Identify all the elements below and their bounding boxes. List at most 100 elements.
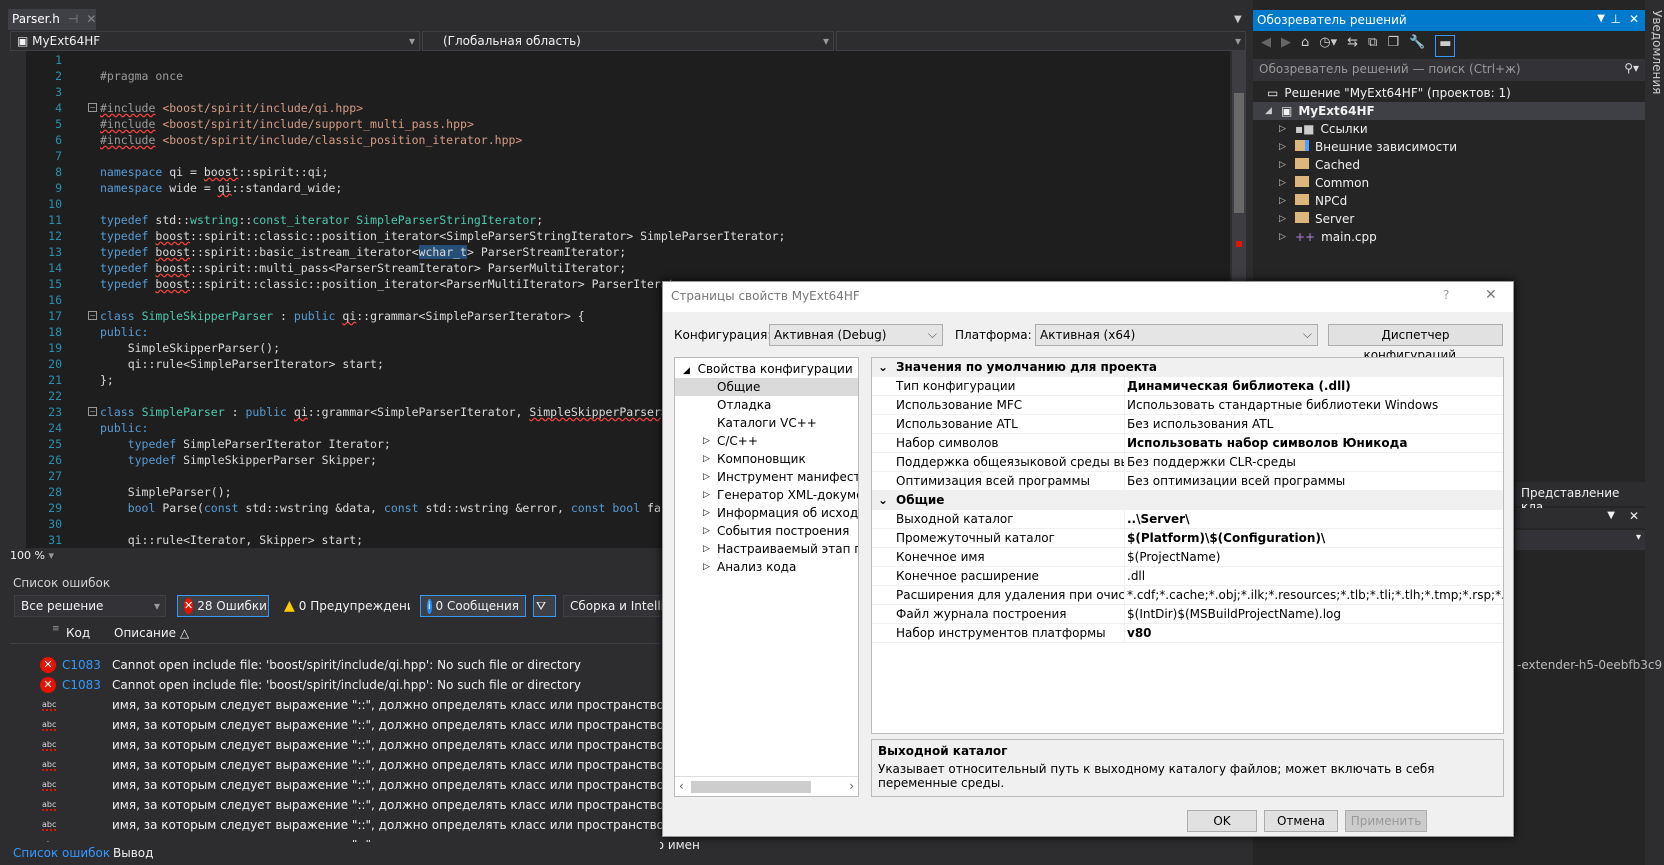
expand-icon[interactable]: ▷ — [703, 468, 710, 486]
tree-hscrollbar[interactable]: ‹ › — [675, 776, 858, 796]
apply-button[interactable]: Применить — [1345, 810, 1427, 832]
code-line[interactable]: typedef boost::spirit::classic::position… — [100, 276, 695, 292]
dropdown-icon[interactable]: ▼ — [1597, 13, 1605, 24]
expand-icon[interactable]: ▷ — [703, 504, 710, 522]
collapse-icon[interactable]: ⌄ — [878, 491, 888, 510]
error-row[interactable]: abc имя, за которым следует выражение "::… — [10, 775, 700, 795]
error-code[interactable]: C1083 — [62, 658, 101, 672]
expand-icon[interactable]: ▷ — [703, 432, 710, 450]
code-line[interactable]: namespace qi = boost::spirit::qi; — [100, 164, 329, 180]
expand-icon[interactable]: ▷ — [1279, 124, 1289, 134]
property-row[interactable]: Оптимизация всей программы Без оптимизаци… — [872, 472, 1503, 491]
solution-node[interactable]: ▭ Решение "MyExt64HF" (проектов: 1) — [1267, 84, 1511, 102]
property-row[interactable]: Поддержка общеязыковой среды выполненияБ… — [872, 453, 1503, 472]
messages-filter-button[interactable]: i0 Сообщения — [420, 595, 526, 617]
tab-class-view[interactable]: Представление кла... — [1515, 482, 1645, 514]
code-line[interactable]: typedef boost::spirit::basic_istream_ite… — [100, 244, 626, 260]
project-node[interactable]: ◢ ▣ MyExt64HF — [1253, 102, 1645, 120]
preview-icon[interactable]: ▬ — [1435, 35, 1456, 57]
error-row[interactable]: abc имя, за которым следует выражение "::… — [10, 735, 700, 755]
expand-icon[interactable]: ▷ — [703, 540, 710, 558]
property-row[interactable]: Набор инструментов платформы v80 — [872, 624, 1503, 643]
pin-icon[interactable]: ⊥ — [1611, 12, 1621, 26]
property-value[interactable]: .dll — [1124, 567, 1503, 586]
property-value[interactable]: Использовать стандартные библиотеки Wind… — [1124, 396, 1503, 415]
code-line[interactable]: namespace wide = qi::standard_wide; — [100, 180, 342, 196]
close-button[interactable]: ✕ — [1485, 287, 1497, 303]
property-value[interactable]: v80 — [1124, 624, 1503, 643]
expand-icon[interactable]: ▷ — [703, 522, 710, 540]
warnings-filter-button[interactable]: ▲ 0 Предупреждения — [277, 595, 411, 617]
code-line[interactable]: SimpleSkipperParser(); — [100, 340, 280, 356]
cancel-button[interactable]: Отмена — [1264, 810, 1338, 832]
tree-item[interactable]: Общие — [675, 378, 858, 396]
property-row[interactable]: Выходной каталог ..\Server\ — [872, 510, 1503, 529]
sync-icon[interactable]: ⇆ — [1347, 35, 1358, 57]
expanded-icon[interactable]: ◢ — [1265, 106, 1275, 116]
property-value[interactable]: $(ProjectName) — [1124, 548, 1503, 567]
expand-icon[interactable]: ▷ — [703, 558, 710, 576]
configuration-manager-button[interactable]: Диспетчер конфигураций... — [1328, 324, 1503, 362]
property-category[interactable]: ⌄ Общие — [872, 491, 1503, 510]
property-row[interactable]: Использование MFC Использовать стандартны… — [872, 396, 1503, 415]
properties-wrench-icon[interactable]: 🔧 — [1409, 35, 1425, 57]
forward-icon[interactable]: ▶ — [1281, 35, 1291, 57]
code-line[interactable]: typedef SimpleSkipperParser Skipper; — [100, 452, 377, 468]
project-dropdown[interactable]: ▣ MyExt64HF ▾ — [10, 31, 420, 51]
history-icon[interactable]: ◷▾ — [1319, 35, 1337, 57]
solution-item[interactable]: ▷ Cached — [1279, 156, 1360, 174]
chevron-down-icon[interactable]: ▾ — [48, 549, 54, 562]
property-value[interactable]: ..\Server\ — [1124, 510, 1503, 529]
property-value[interactable]: Без использования ATL — [1124, 415, 1503, 434]
scope-filter-dropdown[interactable]: Все решение ▾ — [14, 595, 166, 617]
platform-dropdown[interactable]: Активная (x64) ⌵ — [1035, 324, 1318, 346]
code-line[interactable]: qi::rule<SimpleParserIterator> start; — [100, 356, 384, 372]
tree-item[interactable]: ▷ Инструмент манифеста — [675, 468, 858, 486]
solution-item[interactable]: ▷ Common — [1279, 174, 1369, 192]
tree-root[interactable]: ◢ Свойства конфигурации — [675, 360, 858, 378]
tree-item[interactable]: ▷ События построения — [675, 522, 858, 540]
tree-item[interactable]: ▷Настраиваемый этап построения — [675, 540, 858, 558]
search-icon[interactable]: ⚲▾ — [1624, 61, 1639, 75]
error-row[interactable]: ✕ C1083 Cannot open include file: 'boost/s… — [10, 675, 660, 695]
code-line[interactable]: }; — [100, 372, 114, 388]
collapse-region-icon[interactable]: − — [88, 103, 97, 112]
zoom-level[interactable]: 100 % — [10, 549, 45, 562]
property-category[interactable]: ⌄ Значения по умолчанию для проекта — [872, 358, 1503, 377]
copy-icon[interactable]: ❐ — [1387, 35, 1399, 57]
column-code[interactable]: Код — [66, 626, 90, 640]
solution-item[interactable]: ▷ ++ main.cpp — [1279, 228, 1377, 246]
tree-item[interactable]: Каталоги VC++ — [675, 414, 858, 432]
expand-icon[interactable]: ▷ — [1279, 196, 1289, 206]
tree-item[interactable]: ▷ Компоновщик — [675, 450, 858, 468]
error-code[interactable]: C1083 — [62, 678, 101, 692]
column-description[interactable]: Описание △ — [114, 626, 189, 640]
code-line[interactable]: #include <boost/spirit/include/classic_p… — [100, 132, 522, 148]
property-value[interactable]: $(IntDir)$(MSBuildProjectName).log — [1124, 605, 1503, 624]
property-value[interactable]: $(Platform)\$(Configuration)\ — [1124, 529, 1503, 548]
tree-item[interactable]: Отладка — [675, 396, 858, 414]
home-icon[interactable]: ⌂ — [1301, 35, 1309, 57]
solution-item[interactable]: ▷ Внешние зависимости — [1279, 138, 1457, 156]
expand-icon[interactable]: ▷ — [1279, 232, 1289, 242]
solution-item[interactable]: ▷ ▪■ Ссылки — [1279, 120, 1368, 138]
member-dropdown[interactable]: ▾ — [836, 31, 1246, 51]
code-line[interactable]: public: — [100, 324, 148, 340]
error-row[interactable]: abc имя, за которым следует выражение "::… — [10, 795, 700, 815]
ok-button[interactable]: OK — [1187, 810, 1257, 832]
close-icon[interactable]: ✕ — [1629, 509, 1639, 523]
expand-icon[interactable]: ▷ — [703, 486, 710, 504]
tree-item[interactable]: ▷Информация об исходном коде — [675, 504, 858, 522]
solution-item[interactable]: ▷ Server — [1279, 210, 1354, 228]
expand-icon[interactable]: ▷ — [1279, 142, 1289, 152]
code-line[interactable]: typedef boost::spirit::multi_pass<Parser… — [100, 260, 626, 276]
code-line[interactable]: typedef boost::spirit::classic::position… — [100, 228, 785, 244]
tab-error-list[interactable]: Список ошибок — [13, 846, 110, 860]
scroll-thumb[interactable] — [691, 781, 811, 793]
expand-icon[interactable]: ▷ — [703, 450, 710, 468]
filter-icon[interactable]: ⛛ — [533, 595, 556, 617]
tab-output[interactable]: Вывод — [113, 846, 153, 860]
scroll-left-icon[interactable]: ‹ — [679, 779, 684, 793]
collapse-region-icon[interactable]: − — [88, 311, 97, 320]
scope-dropdown[interactable]: (Глобальная область) ▾ — [422, 31, 834, 51]
